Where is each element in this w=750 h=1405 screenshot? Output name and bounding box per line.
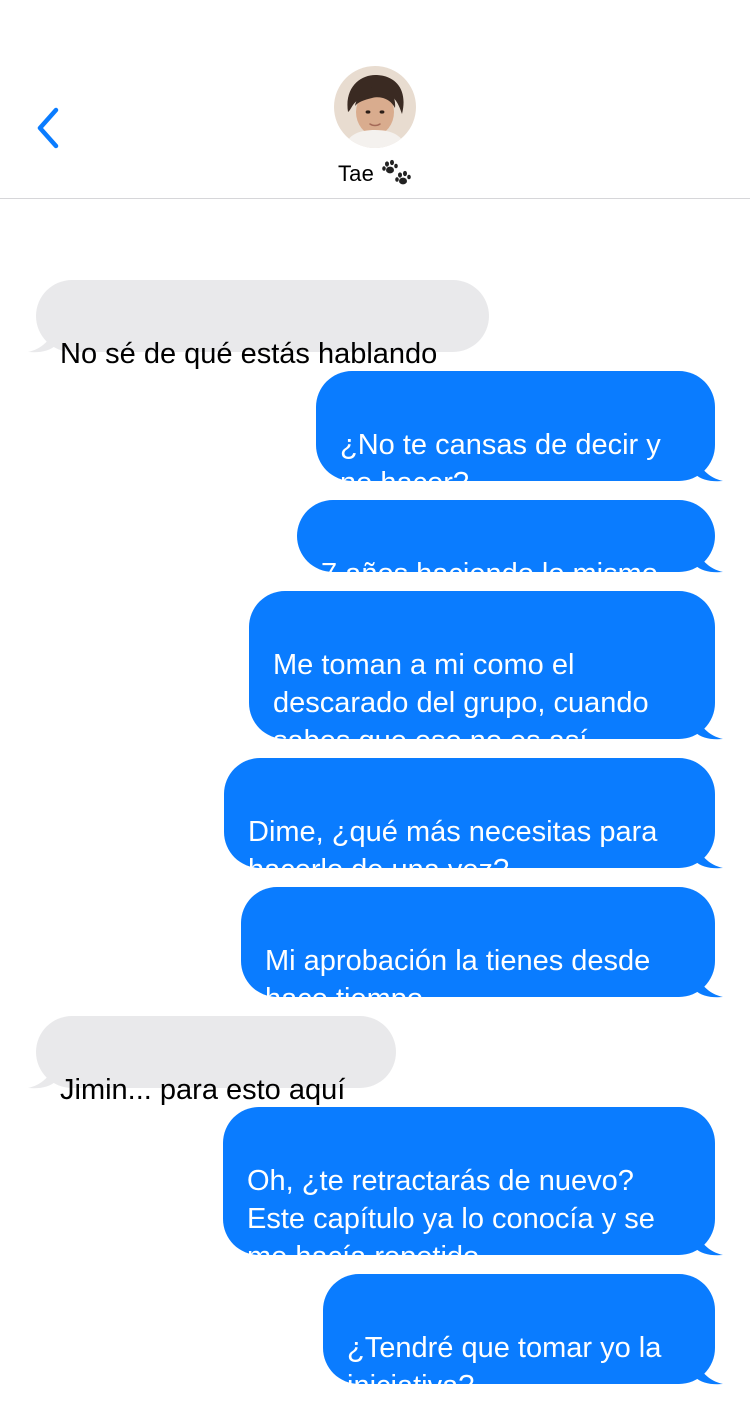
message-bubble-sent[interactable]: 7 años haciendo lo mismo (297, 500, 723, 590)
message-text: Oh, ¿te retractarás de nuevo? Este capít… (247, 1165, 655, 1273)
bubble-tail-icon (695, 1228, 723, 1256)
message-bubble-sent[interactable]: Mi aprobación la tienes desde hace tiemp… (241, 887, 723, 1015)
message-bubble-sent[interactable]: Oh, ¿te retractarás de nuevo? Este capít… (223, 1107, 723, 1273)
bubble-tail-icon (28, 1061, 56, 1089)
contact-photo (334, 66, 416, 148)
contact-name-row[interactable]: Tae (0, 157, 750, 191)
message-text: 7 años haciendo lo mismo (321, 558, 658, 590)
bubble-tail-icon (695, 545, 723, 573)
message-thread: No sé de qué estás hablando ¿No te cansa… (0, 0, 750, 1402)
message-text: Mi aprobación la tienes desde hace tiemp… (265, 945, 651, 1015)
message-bubble-received[interactable]: Jimin... para esto aquí (28, 1016, 396, 1106)
message-bubble-sent[interactable]: Dime, ¿qué más necesitas para hacerlo de… (224, 758, 723, 886)
paw-prints-icon (382, 159, 411, 185)
message-bubble-sent[interactable]: ¿Tendré que tomar yo la iniciativa? (323, 1274, 723, 1402)
message-text: Me toman a mi como el descarado del grup… (273, 649, 649, 757)
bubble-tail-icon (28, 325, 56, 353)
bubble-tail-icon (695, 970, 723, 998)
message-bubble-sent[interactable]: Me toman a mi como el descarado del grup… (249, 591, 723, 757)
contact-avatar[interactable] (334, 66, 416, 148)
message-bubble-sent[interactable]: ¿No te cansas de decir y no hacer? (316, 371, 723, 499)
conversation-header: Tae (0, 0, 750, 199)
message-text: No sé de qué estás hablando (60, 338, 438, 370)
message-text: Dime, ¿qué más necesitas para hacerlo de… (248, 816, 658, 886)
bubble-tail-icon (695, 454, 723, 482)
message-text: Jimin... para esto aquí (60, 1074, 346, 1106)
bubble-tail-icon (695, 841, 723, 869)
bubble-tail-icon (695, 712, 723, 740)
contact-name: Tae (337, 161, 375, 186)
back-button[interactable] (28, 104, 68, 152)
message-bubble-received[interactable]: No sé de qué estás hablando (28, 280, 489, 370)
bubble-tail-icon (695, 1357, 723, 1385)
message-text: ¿No te cansas de decir y no hacer? (340, 429, 661, 499)
chevron-left-icon (37, 107, 59, 149)
message-text: ¿Tendré que tomar yo la iniciativa? (347, 1332, 662, 1402)
